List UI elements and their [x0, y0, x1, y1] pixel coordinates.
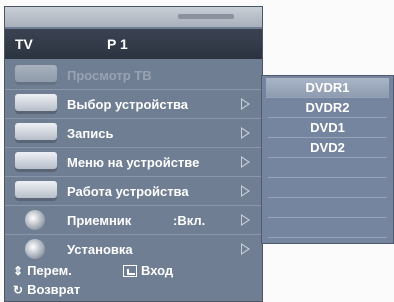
back-hint-label: Возврат: [27, 282, 81, 297]
chevron-right-icon: [241, 156, 250, 168]
back-hint: ↻ Возврат: [13, 282, 80, 297]
menu-header: TV P 1: [5, 29, 262, 59]
menu-item-tv-view[interactable]: Просмотр ТВ: [5, 61, 262, 90]
menu-title-bar: [5, 7, 262, 27]
device-operation-icon: [15, 181, 57, 201]
submenu-item-dvd1[interactable]: DVD1: [268, 118, 387, 138]
device-select-icon: [15, 94, 57, 114]
program-number: P 1: [107, 36, 128, 52]
tv-view-icon: [15, 65, 57, 85]
return-icon: ↻: [13, 282, 24, 297]
move-hint: ⇕ Перем.: [13, 263, 72, 278]
chevron-right-icon: [241, 243, 250, 255]
submenu-empty-slot: [268, 218, 387, 238]
menu-item-label: Установка: [67, 242, 133, 257]
receiver-icon: [25, 210, 45, 230]
device-menu-icon: [15, 152, 57, 172]
title-bar-grip: [178, 14, 234, 19]
menu-item-label: Запись: [67, 126, 114, 141]
enter-hint: Вход: [123, 263, 173, 278]
osd-main-menu: TV P 1 Просмотр ТВ Выбор устройства Запи…: [4, 6, 263, 302]
enter-icon: [123, 264, 137, 277]
settings-gear-icon: [25, 239, 45, 259]
menu-list: Просмотр ТВ Выбор устройства Запись Меню…: [5, 61, 262, 264]
source-label: TV: [15, 36, 33, 52]
menu-item-receiver[interactable]: Приемник :Вкл.: [5, 206, 262, 235]
chevron-right-icon: [241, 98, 250, 110]
menu-item-label: Работа устройства: [67, 184, 189, 199]
device-submenu: DVDR1 DVDR2 DVD1 DVD2: [261, 75, 394, 244]
menu-item-label: Просмотр ТВ: [67, 68, 152, 83]
chevron-right-icon: [241, 127, 250, 139]
submenu-empty-slot: [268, 158, 387, 178]
menu-item-label: Выбор устройства: [67, 97, 189, 112]
menu-item-device-select[interactable]: Выбор устройства: [5, 90, 262, 119]
submenu-empty-slot: [268, 198, 387, 218]
menu-item-device-menu[interactable]: Меню на устройстве: [5, 148, 262, 177]
record-icon: [15, 123, 57, 143]
move-hint-label: Перем.: [27, 263, 72, 278]
updown-arrows-icon: ⇕: [13, 263, 24, 278]
menu-item-settings[interactable]: Установка: [5, 235, 262, 264]
submenu-item-dvdr2[interactable]: DVDR2: [268, 98, 387, 118]
menu-item-device-operation[interactable]: Работа устройства: [5, 177, 262, 206]
menu-footer-hints: ⇕ Перем. Вход ↻ Возврат: [5, 261, 262, 301]
menu-item-label: Приемник: [67, 213, 132, 228]
menu-item-record[interactable]: Запись: [5, 119, 262, 148]
chevron-right-icon: [241, 214, 250, 226]
submenu-empty-slot: [268, 178, 387, 198]
submenu-item-dvd2[interactable]: DVD2: [268, 138, 387, 158]
enter-hint-label: Вход: [141, 263, 174, 278]
submenu-item-dvdr1[interactable]: DVDR1: [266, 78, 389, 98]
receiver-status-value: :Вкл.: [173, 213, 206, 228]
menu-item-label: Меню на устройстве: [67, 155, 200, 170]
chevron-right-icon: [241, 185, 250, 197]
